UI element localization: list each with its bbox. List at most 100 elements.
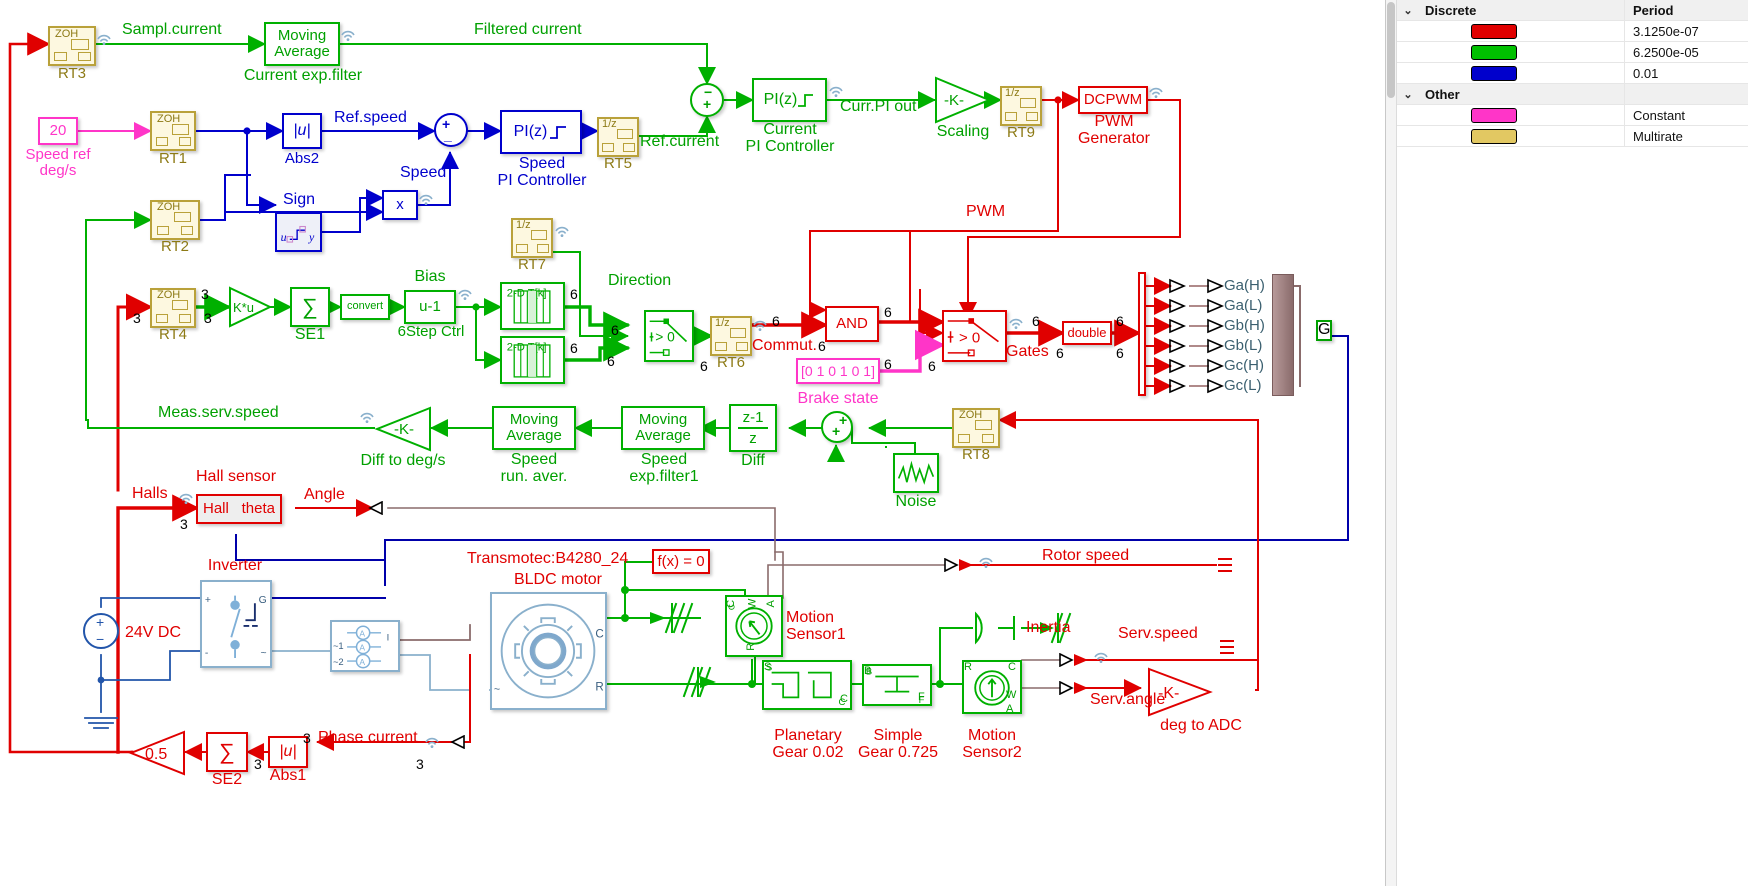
se1-icon-text: ∑ — [302, 293, 318, 319]
rt4-block[interactable]: ZOH — [150, 288, 196, 328]
width-label: 3 — [133, 310, 141, 326]
brake-state-icon-text: [0 1 0 1 0 1] — [801, 362, 875, 379]
signal-viewer-icon — [178, 491, 194, 504]
noise-sum-block[interactable]: + + — [821, 411, 853, 443]
hall-sensor-block[interactable]: Hall theta — [196, 494, 282, 524]
legend-row[interactable]: Multirate — [1397, 125, 1748, 147]
rt3-block[interactable]: ZOH — [48, 26, 96, 66]
signal-label-gates: Gates — [1006, 343, 1049, 360]
planetary-gear-block[interactable]: S C — [762, 660, 852, 710]
legend-row[interactable]: Constant — [1397, 104, 1748, 126]
speed-exp-filter1-block[interactable]: Moving Average — [621, 406, 705, 450]
pg-port-c: C — [840, 693, 848, 705]
legend-group-header-discrete[interactable]: ⌄ Discrete Period — [1397, 0, 1748, 21]
diff-denominator: z — [749, 430, 757, 447]
demux-block[interactable] — [1138, 272, 1146, 396]
phase-current-in-triangle — [450, 734, 466, 754]
chevron-down-icon[interactable]: ⌄ — [1397, 88, 1419, 101]
bias-title-label: Bias — [414, 268, 446, 285]
signal-label-filtered-current: Filtered current — [474, 21, 582, 38]
chevron-down-icon[interactable]: ⌄ — [1397, 4, 1419, 17]
inverter-block[interactable]: + - G ~ — [200, 580, 272, 668]
legend-group-header-other[interactable]: ⌄ Other — [1397, 83, 1748, 105]
width-label: 6 — [1032, 313, 1040, 329]
angle-goto-triangle — [368, 500, 384, 520]
deg-to-adc-label: deg to ADC — [1160, 717, 1242, 734]
rt9-block[interactable]: 1/z — [1000, 86, 1042, 126]
block-diagram-canvas[interactable]: ZOH RT3 Sampl.current Moving Average Cur… — [0, 0, 1385, 886]
legend-row[interactable]: 6.2500e-05 — [1397, 41, 1748, 63]
convert-block[interactable]: convert — [340, 294, 390, 320]
double-convert-block[interactable]: double — [1062, 321, 1112, 345]
dcpwm-icon-text: DCPWM — [1083, 91, 1143, 109]
lookup-table-1-block[interactable]: 2-D T[k] — [500, 282, 565, 330]
scaling-gain-block[interactable]: -K- — [934, 76, 992, 124]
pwm-generator-block[interactable]: DCPWM — [1078, 86, 1148, 114]
commutation-switch-block[interactable]: > 0 — [644, 310, 694, 362]
lookup-table-2-block[interactable]: 2-D T[k] — [500, 336, 565, 384]
diff-to-degps-gain-block[interactable]: -K- — [374, 406, 432, 452]
inertia-block[interactable] — [970, 604, 1022, 652]
svg-text:u: u — [281, 230, 287, 244]
rt8-block[interactable]: ZOH — [952, 408, 1000, 448]
panel-scrollbar[interactable] — [1386, 0, 1397, 886]
noise-block[interactable] — [893, 453, 939, 493]
abs2-block[interactable]: |u| — [282, 113, 322, 149]
current-pi-controller-block[interactable]: PI(z) — [752, 78, 827, 122]
width-label: 6 — [818, 338, 826, 354]
speed-error-sum[interactable]: + _ — [434, 113, 468, 147]
speed-ref-constant-block[interactable]: 20 — [38, 117, 78, 145]
rt5-block[interactable]: 1/z — [597, 117, 639, 157]
width-label: 6 — [570, 286, 578, 302]
current-pi-icon-text: PI(z) — [763, 90, 798, 108]
signal-viewer-icon — [418, 192, 434, 205]
abs1-block[interactable]: |u| — [268, 736, 308, 768]
sign-block[interactable]: u y — [275, 212, 322, 252]
width-label: 3 — [303, 730, 311, 746]
sign-icon: u y — [281, 225, 315, 244]
speed-pi-controller-block[interactable]: PI(z) — [500, 110, 582, 154]
lookup-2d-icon: 2-D T[k] — [507, 342, 551, 378]
se1-block[interactable]: ∑ — [290, 287, 330, 327]
speed-run-aver-block[interactable]: Moving Average — [492, 406, 576, 450]
gates-switch-block[interactable]: > 0 — [942, 310, 1007, 362]
rt7-label: RT7 — [517, 256, 547, 273]
current-error-sum[interactable]: − + — [690, 83, 724, 117]
multiply-block[interactable]: x — [382, 190, 418, 220]
bias-icon-text: u-1 — [419, 298, 441, 316]
current-exp-filter-block[interactable]: Moving Average — [264, 22, 340, 66]
switch-icon: > 0 — [649, 318, 688, 356]
bias-6step-block[interactable]: u-1 — [404, 290, 456, 324]
half-gain-block[interactable]: 0.5 — [128, 730, 186, 776]
ms1-port-a: A — [764, 600, 777, 608]
rt1-block[interactable]: ZOH — [150, 111, 196, 151]
current-measurement-block[interactable]: ~1 ~2 I A A A — [330, 620, 400, 672]
dc-voltage-source-icon: + − — [83, 613, 119, 649]
ku-gain-block[interactable]: K*u — [228, 286, 273, 328]
dc-source-block[interactable]: + − — [83, 607, 119, 655]
brake-state-constant-block[interactable]: [0 1 0 1 0 1] — [796, 358, 880, 384]
rt2-block[interactable]: ZOH — [150, 200, 200, 240]
width-label: 6 — [884, 304, 892, 320]
motion-sensor1-label: Motion Sensor1 — [786, 609, 846, 643]
rt7-block[interactable]: 1/z — [511, 218, 553, 258]
se2-block[interactable]: ∑ — [206, 732, 248, 772]
legend-row[interactable]: 0.01 — [1397, 62, 1748, 84]
serv-speed-out-triangle — [1058, 652, 1092, 672]
svg-text:2-D T[k]: 2-D T[k] — [507, 288, 547, 300]
algebraic-constraint-block[interactable]: f(x) = 0 — [652, 549, 710, 574]
colour-legend-panel[interactable]: ⌄ Discrete Period 3.1250e-07 6.2500e-05 … — [1385, 0, 1748, 886]
rotor-speed-out-triangle — [943, 557, 977, 577]
fx-icon-text: f(x) = 0 — [657, 552, 705, 570]
brake-state-label: Brake state — [797, 390, 879, 407]
width-label: 6 — [772, 313, 780, 329]
speed-exp-filter1-label: Speed exp.filter1 — [629, 451, 699, 485]
legend-swatch-cell — [1419, 128, 1624, 144]
diff-block[interactable]: z-1 z — [729, 404, 777, 452]
panel-scrollbar-thumb[interactable] — [1387, 2, 1395, 98]
and-gate-block[interactable]: AND — [825, 306, 879, 342]
rt6-block[interactable]: 1/z — [710, 316, 752, 356]
bldc-motor-block[interactable]: C R ~ — [490, 592, 607, 710]
abs1-icon-text: |u| — [279, 742, 297, 760]
legend-row[interactable]: 3.1250e-07 — [1397, 20, 1748, 42]
